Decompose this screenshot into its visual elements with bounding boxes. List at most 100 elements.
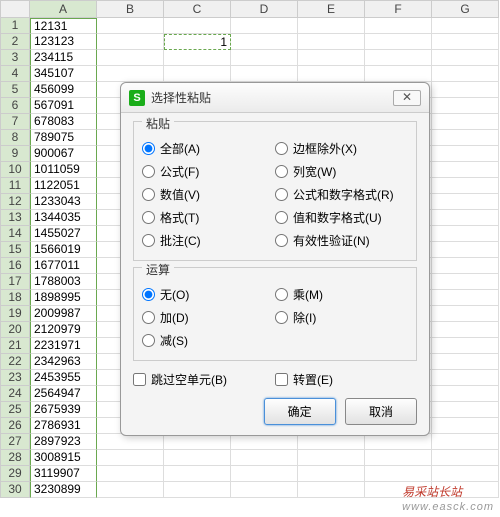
cell[interactable] [298,482,365,498]
paste-option[interactable]: 公式(F) [142,160,275,183]
cell[interactable] [231,450,298,466]
cell[interactable]: 678083 [30,114,97,130]
paste-radio[interactable] [275,188,288,201]
col-header-A[interactable]: A [30,0,97,18]
row-header[interactable]: 2 [0,34,30,50]
cell[interactable] [298,18,365,34]
cell[interactable] [432,82,499,98]
paste-radio[interactable] [275,234,288,247]
row-header[interactable]: 5 [0,82,30,98]
cell[interactable]: 3119907 [30,466,97,482]
row-header[interactable]: 4 [0,66,30,82]
paste-option[interactable]: 全部(A) [142,137,275,160]
skip-blanks-input[interactable] [133,373,146,386]
row-header[interactable]: 19 [0,306,30,322]
cell[interactable] [365,450,432,466]
row-header[interactable]: 11 [0,178,30,194]
cell[interactable] [97,434,164,450]
cell[interactable]: 2786931 [30,418,97,434]
operation-radio[interactable] [275,311,288,324]
col-header-F[interactable]: F [365,0,432,18]
cell[interactable]: 1 [164,34,231,50]
cell[interactable]: 1788003 [30,274,97,290]
cell[interactable]: 2453955 [30,370,97,386]
row-header[interactable]: 16 [0,258,30,274]
cell[interactable]: 1344035 [30,210,97,226]
cell[interactable] [365,434,432,450]
cell[interactable] [432,338,499,354]
paste-radio[interactable] [142,165,155,178]
cell[interactable] [432,386,499,402]
cell[interactable]: 3008915 [30,450,97,466]
row-header[interactable]: 21 [0,338,30,354]
paste-option[interactable]: 有效性验证(N) [275,229,408,252]
cell[interactable] [432,258,499,274]
row-header[interactable]: 30 [0,482,30,498]
row-header[interactable]: 24 [0,386,30,402]
cell[interactable]: 1566019 [30,242,97,258]
select-all-corner[interactable] [0,0,30,18]
cell[interactable] [432,34,499,50]
cell[interactable] [432,354,499,370]
cell[interactable] [97,18,164,34]
cell[interactable] [365,66,432,82]
cell[interactable]: 2120979 [30,322,97,338]
operation-option[interactable]: 除(I) [275,306,408,329]
cell[interactable] [432,194,499,210]
cell[interactable] [164,18,231,34]
cell[interactable]: 789075 [30,130,97,146]
cell[interactable] [298,50,365,66]
transpose-checkbox[interactable]: 转置(E) [275,371,417,388]
cell[interactable] [164,50,231,66]
paste-radio[interactable] [142,211,155,224]
cell[interactable] [432,178,499,194]
col-header-G[interactable]: G [432,0,499,18]
cell[interactable]: 2897923 [30,434,97,450]
row-header[interactable]: 25 [0,402,30,418]
cell[interactable]: 3230899 [30,482,97,498]
cell[interactable]: 2231971 [30,338,97,354]
row-header[interactable]: 23 [0,370,30,386]
cell[interactable]: 2009987 [30,306,97,322]
operation-option[interactable]: 无(O) [142,283,275,306]
paste-option[interactable]: 公式和数字格式(R) [275,183,408,206]
cell[interactable] [231,18,298,34]
dialog-titlebar[interactable]: S 选择性粘贴 ✕ [121,83,429,113]
cell[interactable] [231,66,298,82]
row-header[interactable]: 17 [0,274,30,290]
cell[interactable]: 1122051 [30,178,97,194]
cell[interactable] [298,466,365,482]
cell[interactable] [432,242,499,258]
operation-option[interactable]: 加(D) [142,306,275,329]
transpose-input[interactable] [275,373,288,386]
cell[interactable] [97,66,164,82]
paste-option[interactable]: 值和数字格式(U) [275,206,408,229]
cell[interactable] [97,450,164,466]
cell[interactable]: 1455027 [30,226,97,242]
row-header[interactable]: 13 [0,210,30,226]
cancel-button[interactable]: 取消 [345,398,417,425]
cell[interactable] [231,34,298,50]
paste-radio[interactable] [275,142,288,155]
cell[interactable] [432,306,499,322]
row-header[interactable]: 8 [0,130,30,146]
cell[interactable] [432,162,499,178]
col-header-C[interactable]: C [164,0,231,18]
cell[interactable]: 900067 [30,146,97,162]
cell[interactable] [97,466,164,482]
cell[interactable] [432,418,499,434]
paste-radio[interactable] [142,234,155,247]
row-header[interactable]: 29 [0,466,30,482]
row-header[interactable]: 22 [0,354,30,370]
cell[interactable] [164,66,231,82]
operation-radio[interactable] [142,334,155,347]
row-header[interactable]: 9 [0,146,30,162]
cell[interactable] [231,50,298,66]
operation-radio[interactable] [142,311,155,324]
cell[interactable]: 234115 [30,50,97,66]
cell[interactable] [432,434,499,450]
cell[interactable]: 2342963 [30,354,97,370]
cell[interactable] [432,98,499,114]
cell[interactable] [432,290,499,306]
cell[interactable] [432,130,499,146]
